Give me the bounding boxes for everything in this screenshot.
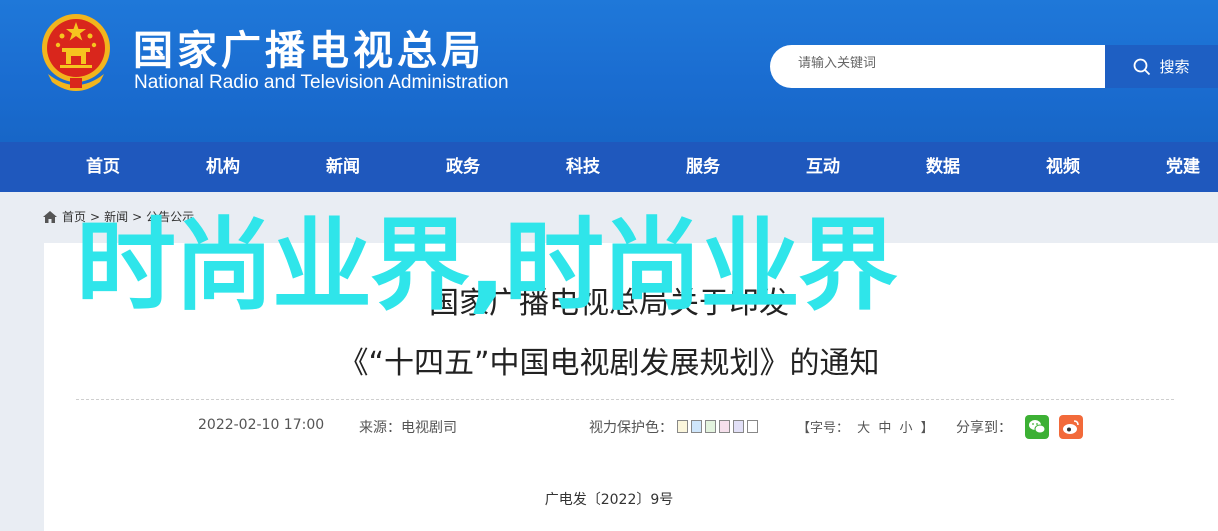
search-icon bbox=[1134, 58, 1151, 75]
publish-date: 2022-02-10 17:00 bbox=[198, 417, 325, 433]
search-bar: 搜索 bbox=[770, 45, 1218, 88]
vision-color-swatch[interactable] bbox=[677, 420, 689, 433]
watermark-overlay-text: 时尚业界,时尚业界 bbox=[76, 207, 898, 324]
article-source: 来源：电视剧司 bbox=[359, 420, 457, 436]
site-title-zh: 国家广播电视总局 bbox=[133, 28, 485, 74]
font-size-label: 【字号： bbox=[797, 421, 850, 436]
meta-divider bbox=[76, 399, 1174, 400]
search-button-label: 搜索 bbox=[1159, 58, 1190, 76]
font-size-close: 】 bbox=[920, 421, 934, 436]
wechat-share-icon[interactable] bbox=[1025, 415, 1049, 439]
nav-item-government-affairs[interactable]: 政务 bbox=[446, 142, 480, 192]
nav-item-data[interactable]: 数据 bbox=[926, 142, 960, 192]
vision-protection: 视力保护色： bbox=[589, 417, 761, 437]
site-title-en: National Radio and Television Administra… bbox=[134, 72, 509, 93]
vision-color-swatch[interactable] bbox=[705, 420, 717, 433]
search-button[interactable]: 搜索 bbox=[1105, 45, 1218, 88]
nav-item-news[interactable]: 新闻 bbox=[326, 142, 360, 192]
nav-item-services[interactable]: 服务 bbox=[686, 142, 720, 192]
vision-protection-label: 视力保护色： bbox=[589, 420, 673, 436]
nav-item-home[interactable]: 首页 bbox=[86, 142, 120, 192]
nav-item-party-building[interactable]: 党建 bbox=[1166, 142, 1200, 192]
nav-item-video[interactable]: 视频 bbox=[1046, 142, 1080, 192]
document-number: 广电发〔2022〕9号 bbox=[544, 492, 674, 508]
home-icon bbox=[43, 210, 57, 223]
font-size-small-button[interactable]: 小 bbox=[899, 421, 912, 436]
search-input[interactable] bbox=[798, 56, 1098, 71]
article-title-line-2: 《“十四五”中国电视剧发展规划》的通知 bbox=[338, 346, 880, 381]
vision-color-swatch[interactable] bbox=[719, 420, 731, 433]
site-header: 国家广播电视总局 National Radio and Television A… bbox=[0, 0, 1218, 142]
nav-item-interaction[interactable]: 互动 bbox=[806, 142, 840, 192]
font-size-large-button[interactable]: 大 bbox=[857, 421, 870, 436]
main-nav: 首页 机构 新闻 政务 科技 服务 互动 数据 视频 党建 bbox=[0, 142, 1218, 192]
font-size-control: 【字号： 大 中 小 】 bbox=[797, 417, 934, 436]
nav-item-technology[interactable]: 科技 bbox=[566, 142, 600, 192]
weibo-share-icon[interactable] bbox=[1059, 415, 1083, 439]
vision-color-swatch[interactable] bbox=[747, 420, 759, 433]
share-label: 分享到： bbox=[956, 420, 1012, 436]
font-size-medium-button[interactable]: 中 bbox=[878, 421, 891, 436]
vision-color-swatch[interactable] bbox=[691, 420, 703, 433]
vision-color-swatch[interactable] bbox=[733, 420, 745, 433]
nav-item-organization[interactable]: 机构 bbox=[206, 142, 240, 192]
national-emblem-icon bbox=[42, 14, 110, 91]
